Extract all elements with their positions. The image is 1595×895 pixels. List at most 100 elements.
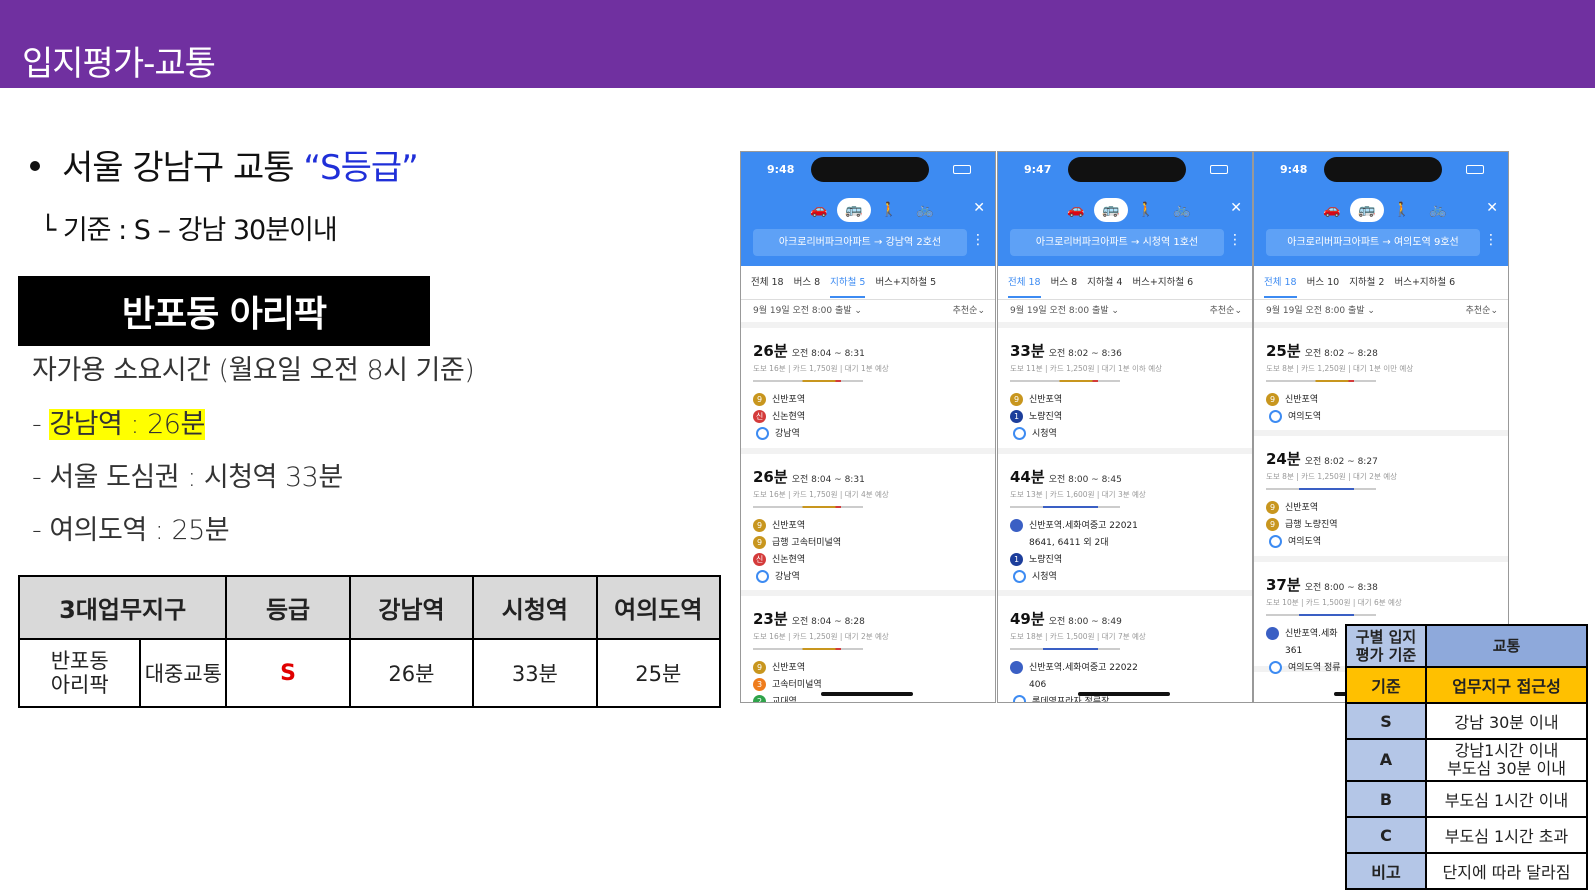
cell-transport-type: 대중교통 <box>139 638 228 708</box>
walk-icon[interactable]: 🚶 <box>1128 202 1164 218</box>
cell-yeouido: 25분 <box>595 638 722 708</box>
transit-icon[interactable]: 🚌 <box>1094 198 1128 222</box>
tab-filter[interactable]: 버스 8 <box>1051 277 1078 288</box>
departure-time: 9월 19일 오전 8:00 출발 ⌄ 추천순⌄ <box>1254 300 1508 328</box>
transit-icon[interactable]: 🚌 <box>1350 198 1384 222</box>
bike-icon[interactable]: 🚲 <box>1420 202 1456 218</box>
sort-dropdown[interactable]: 추천순⌄ <box>1210 300 1242 322</box>
close-icon[interactable]: ✕ <box>1486 200 1498 216</box>
departure-label[interactable]: 9월 19일 오전 8:00 출발 ⌄ <box>753 306 862 316</box>
route-result[interactable]: 26분 오전 8:04 ~ 8:31 도보 16분 | 카드 1,750원 | 대… <box>741 328 995 454</box>
car-icon[interactable]: 🚗 <box>801 202 837 218</box>
criteria-row: A 강남1시간 이내 부도심 30분 이내 <box>1345 738 1588 782</box>
tab-filter[interactable]: 버스 8 <box>794 277 821 288</box>
app-header: 9:48 🚗 🚌 🚶 🚲 ✕ 아크로리버파크아파트 → 강남역 2호선 ⋮ <box>741 152 995 266</box>
stop-name: 신반포역 <box>772 663 806 673</box>
more-icon[interactable]: ⋮ <box>971 232 985 248</box>
line-badge-icon: 9 <box>1266 518 1279 531</box>
car-icon[interactable]: 🚗 <box>1314 202 1350 218</box>
route-meta: 도보 18분 | 카드 1,500원 | 대기 7분 예상 <box>1010 632 1146 641</box>
departure-label[interactable]: 9월 19일 오전 8:00 출발 ⌄ <box>1266 306 1375 316</box>
bike-icon[interactable]: 🚲 <box>1164 202 1200 218</box>
departure-label[interactable]: 9월 19일 오전 8:00 출발 ⌄ <box>1010 306 1119 316</box>
stop-name: 급행 고속터미널역 <box>772 538 842 548</box>
sort-dropdown[interactable]: 추천순⌄ <box>1466 300 1498 322</box>
route-result[interactable]: 33분 오전 8:02 ~ 8:36 도보 11분 | 카드 1,250원 | 대… <box>998 328 1252 454</box>
tab-filter[interactable]: 버스+지하철 5 <box>875 277 936 288</box>
bike-icon[interactable]: 🚲 <box>907 202 943 218</box>
route-meta: 도보 8분 | 카드 1,250원 | 대기 1분 이만 예상 <box>1266 364 1414 373</box>
route-stop: 시청역 <box>1010 426 1252 443</box>
route-progress-bar <box>1010 380 1120 382</box>
route-duration: 25분 <box>1266 342 1301 360</box>
route-stop: 시청역 <box>1010 569 1252 586</box>
walk-icon[interactable]: 🚶 <box>871 202 907 218</box>
phone-screenshot: 9:48 🚗 🚌 🚶 🚲 ✕ 아크로리버파크아파트 → 여의도역 9호선 ⋮ 전체 1… <box>1253 151 1509 703</box>
route-progress-bar <box>753 648 863 650</box>
tab-filter[interactable]: 버스+지하철 6 <box>1132 277 1193 288</box>
cell-gangnam: 26분 <box>348 638 475 708</box>
route-field[interactable]: 아크로리버파크아파트 → 여의도역 9호선 <box>1266 229 1480 256</box>
table-row: 반포동 아리팍 대중교통 S 26분 33분 25분 <box>17 638 722 708</box>
slide-header: 입지평가-교통 <box>0 0 1595 88</box>
route-timespan: 오전 8:00 ~ 8:45 <box>1048 475 1122 485</box>
more-icon[interactable]: ⋮ <box>1228 232 1242 248</box>
route-result[interactable]: 44분 오전 8:00 ~ 8:45 도보 13분 | 카드 1,600원 | 대… <box>998 454 1252 596</box>
stop-name: 노량진역 <box>1029 412 1063 422</box>
more-icon[interactable]: ⋮ <box>1484 232 1498 248</box>
route-result[interactable]: 49분 오전 8:00 ~ 8:49 도보 18분 | 카드 1,500원 | 대… <box>998 596 1252 703</box>
route-field[interactable]: 아크로리버파크아파트 → 시청역 1호선 <box>1010 229 1224 256</box>
criteria-desc: 부도심 1시간 초과 <box>1425 816 1588 854</box>
route-stop: 여의도역 <box>1266 409 1508 426</box>
close-icon[interactable]: ✕ <box>1230 200 1242 216</box>
commute-gangnam: - 강남역 : 26분 <box>32 402 205 441</box>
line-badge-icon <box>1269 410 1282 423</box>
route-result[interactable]: 26분 오전 8:04 ~ 8:31 도보 16분 | 카드 1,750원 | 대… <box>741 454 995 596</box>
tab-filter[interactable]: 전체 18 <box>1264 277 1297 298</box>
status-time: 9:47 <box>1024 163 1052 176</box>
tab-filter[interactable]: 지하철 4 <box>1087 277 1122 288</box>
tab-filter[interactable]: 지하철 5 <box>830 277 866 298</box>
stop-name: 노량진역 <box>1029 555 1063 565</box>
route-progress-bar <box>1266 488 1376 490</box>
criteria-header-left: 구별 입지 평가 기준 <box>1345 624 1427 668</box>
tab-filter[interactable]: 전체 18 <box>1008 277 1041 298</box>
car-icon[interactable]: 🚗 <box>1058 202 1094 218</box>
route-timespan: 오전 8:04 ~ 8:31 <box>791 349 865 359</box>
battery-icon <box>953 165 971 174</box>
line-badge-icon <box>1269 535 1282 548</box>
tab-filter[interactable]: 버스+지하철 6 <box>1394 277 1455 288</box>
stop-name: 신반포역 <box>1285 395 1319 405</box>
criteria-header-right: 교통 <box>1425 624 1588 668</box>
transport-modes: 🚗 🚌 🚶 🚲 <box>1314 198 1456 222</box>
sort-dropdown[interactable]: 추천순⌄ <box>953 300 985 322</box>
commute-cityhall: - 서울 도심권 : 시청역 33분 <box>32 462 343 493</box>
criteria-header-row: 구별 입지 평가 기준 교통 <box>1345 624 1588 668</box>
stop-name: 강남역 <box>775 572 800 582</box>
route-stop: 8641, 6411 외 2대 <box>1010 535 1252 552</box>
tab-filter[interactable]: 지하철 2 <box>1349 277 1384 288</box>
phone-screenshot: 9:47 🚗 🚌 🚶 🚲 ✕ 아크로리버파크아파트 → 시청역 1호선 ⋮ 전체 18… <box>997 151 1253 703</box>
route-progress-bar <box>1010 648 1120 650</box>
route-stop: 여의도역 <box>1266 534 1508 551</box>
route-stop: 9 신반포역 <box>753 660 995 677</box>
transit-icon[interactable]: 🚌 <box>837 198 871 222</box>
route-field[interactable]: 아크로리버파크아파트 → 강남역 2호선 <box>753 229 967 256</box>
route-result[interactable]: 25분 오전 8:02 ~ 8:28 도보 8분 | 카드 1,250원 | 대기… <box>1254 328 1508 436</box>
route-result[interactable]: 24분 오전 8:02 ~ 8:27 도보 8분 | 카드 1,250원 | 대기… <box>1254 436 1508 562</box>
tab-filter[interactable]: 버스 10 <box>1307 277 1340 288</box>
route-result[interactable]: 23분 오전 8:04 ~ 8:28 도보 16분 | 카드 1,250원 | 대… <box>741 596 995 702</box>
walk-icon[interactable]: 🚶 <box>1384 202 1420 218</box>
tab-filter[interactable]: 전체 18 <box>751 277 784 288</box>
home-indicator <box>821 692 913 696</box>
line-badge-icon: 9 <box>753 519 766 532</box>
status-time: 9:48 <box>767 163 795 176</box>
result-tabs: 전체 18 버스 10 지하철 2 버스+지하철 6 <box>1254 266 1508 300</box>
battery-icon <box>1466 165 1484 174</box>
route-timespan: 오전 8:00 ~ 8:38 <box>1304 583 1378 593</box>
stop-name: 롯데영프라자 정류장 <box>1032 697 1110 703</box>
grade-table: 3대업무지구 등급 강남역 시청역 여의도역 반포동 아리팍 대중교통 S 26… <box>17 575 722 708</box>
stop-name: 신논현역 <box>772 555 806 565</box>
close-icon[interactable]: ✕ <box>973 200 985 216</box>
stop-name: 406 <box>1029 680 1047 690</box>
